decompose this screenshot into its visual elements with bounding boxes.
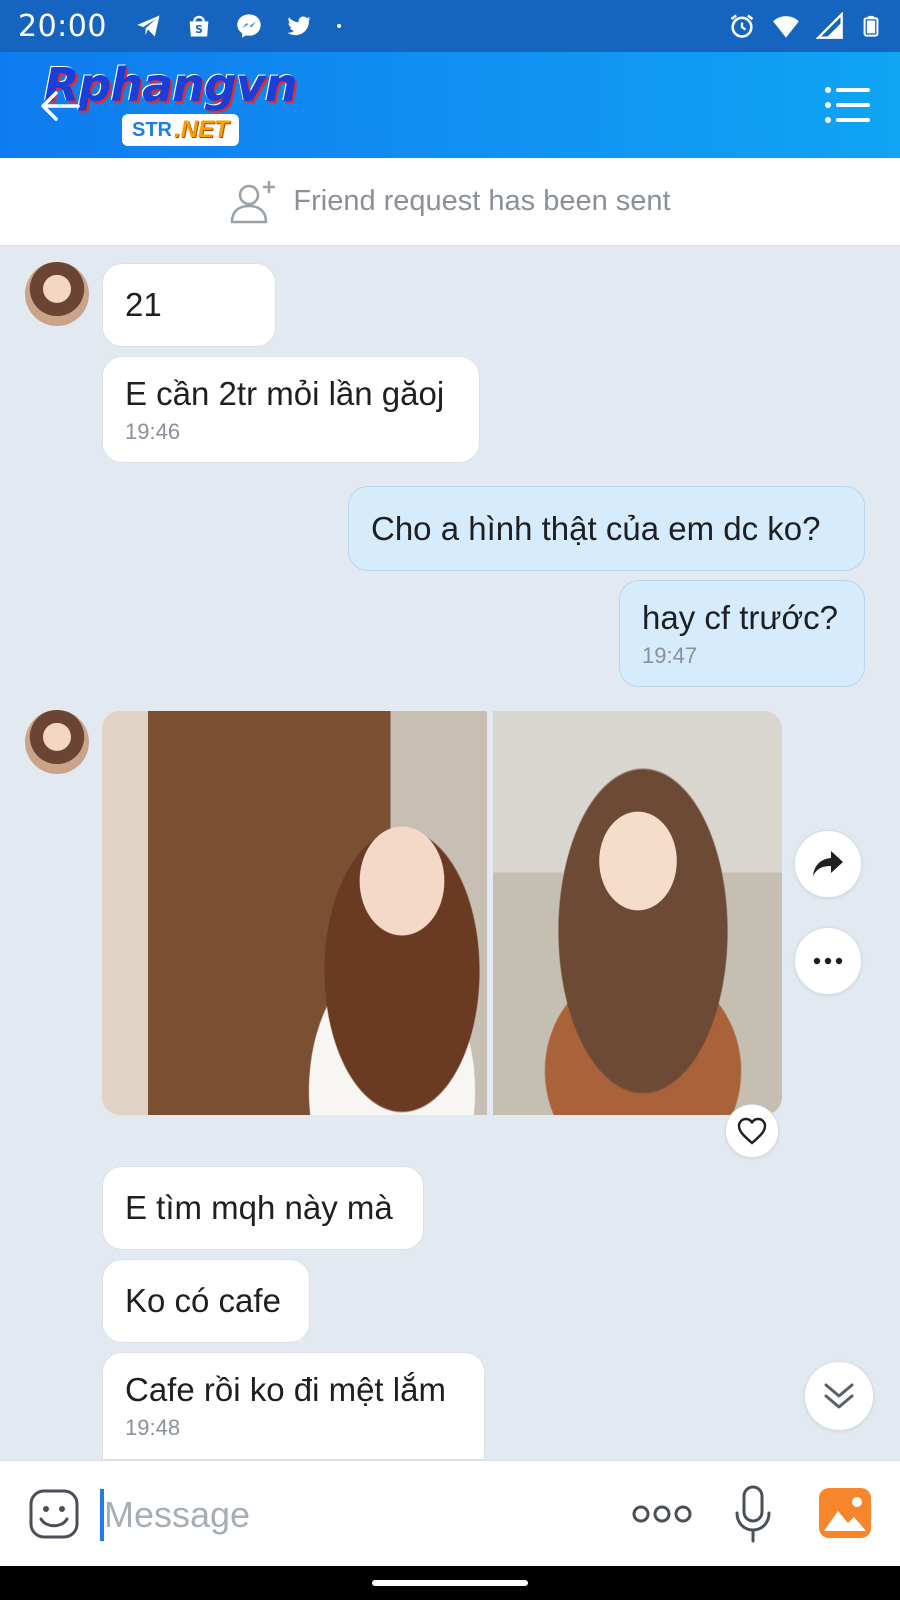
message-bubble[interactable]: Cho a hình thật của em dc ko? xyxy=(348,486,865,571)
signal-icon xyxy=(816,12,843,39)
message-time: 19:48 xyxy=(125,1415,181,1440)
status-bar: 20:00 S xyxy=(0,0,900,52)
message-text: hay cf trước? xyxy=(642,598,838,636)
menu-list-icon[interactable] xyxy=(824,86,870,124)
message-time: 19:46 xyxy=(125,418,181,444)
chat-header: Rphangvn STR .NET xyxy=(0,52,900,158)
react-button[interactable] xyxy=(725,1104,779,1158)
share-arrow-icon xyxy=(813,851,843,876)
twitter-icon xyxy=(287,16,311,36)
messenger-icon xyxy=(237,14,261,38)
logo-badge-left: STR xyxy=(132,118,172,141)
scroll-to-bottom-button[interactable] xyxy=(804,1361,874,1431)
logo-badge: STR .NET xyxy=(122,114,239,146)
system-icons xyxy=(728,12,882,40)
wifi-icon xyxy=(773,16,799,38)
more-options-icon[interactable] xyxy=(632,1497,692,1531)
message-text: Cafe rồi ko đi mệt lắm xyxy=(125,1371,446,1408)
photo-message-1[interactable] xyxy=(102,711,487,1115)
photo-message-2[interactable] xyxy=(493,711,782,1115)
heart-icon xyxy=(737,1117,767,1145)
message-text: E tìm mqh này mà xyxy=(125,1189,393,1226)
contact-avatar[interactable] xyxy=(25,710,89,774)
message-input[interactable] xyxy=(104,1485,584,1545)
alarm-icon xyxy=(730,14,754,38)
share-button[interactable] xyxy=(794,830,862,898)
contact-avatar[interactable] xyxy=(25,262,89,326)
message-bubble[interactable]: Ko có cafe xyxy=(102,1259,310,1343)
sticker-emoji-icon[interactable] xyxy=(28,1488,80,1540)
message-text: Ko có cafe xyxy=(125,1282,281,1319)
add-friend-icon xyxy=(231,180,276,223)
microphone-icon[interactable] xyxy=(733,1485,773,1543)
home-gesture-handle[interactable] xyxy=(372,1580,528,1586)
message-text: Cho a hình thật của em dc ko? xyxy=(371,509,821,547)
message-composer xyxy=(0,1460,900,1566)
dot-icon xyxy=(337,23,342,29)
friend-request-banner: Friend request has been sent xyxy=(0,158,900,246)
message-bubble[interactable]: 21 xyxy=(102,263,276,347)
status-time: 20:00 xyxy=(18,8,107,44)
back-arrow-icon[interactable] xyxy=(38,84,82,128)
gallery-icon[interactable] xyxy=(818,1487,872,1539)
battery-icon xyxy=(863,15,879,37)
message-text: E cần 2tr mỏi lần găoj xyxy=(125,374,445,412)
double-chevron-down-icon xyxy=(824,1383,854,1409)
logo-badge-right: .NET xyxy=(174,116,229,143)
svg-text:S: S xyxy=(195,24,203,36)
site-logo: Rphangvn STR .NET xyxy=(44,58,324,148)
message-bubble[interactable]: hay cf trước? 19:47 xyxy=(619,580,865,687)
message-time: 19:47 xyxy=(642,642,698,668)
message-bubble[interactable]: Cafe rồi ko đi mệt lắm 19:48 xyxy=(102,1352,485,1460)
telegram-icon xyxy=(137,15,160,37)
message-bubble[interactable]: E cần 2tr mỏi lần găoj 19:46 xyxy=(102,356,480,463)
message-text: 21 xyxy=(125,286,162,323)
shopee-icon: S xyxy=(189,15,209,37)
more-actions-button[interactable] xyxy=(794,927,862,995)
system-navigation-bar xyxy=(0,1566,900,1600)
friend-request-text: Friend request has been sent xyxy=(293,185,671,217)
more-dots-icon xyxy=(813,957,843,965)
message-bubble[interactable]: E tìm mqh này mà xyxy=(102,1166,424,1250)
notification-icons: S xyxy=(135,12,349,40)
